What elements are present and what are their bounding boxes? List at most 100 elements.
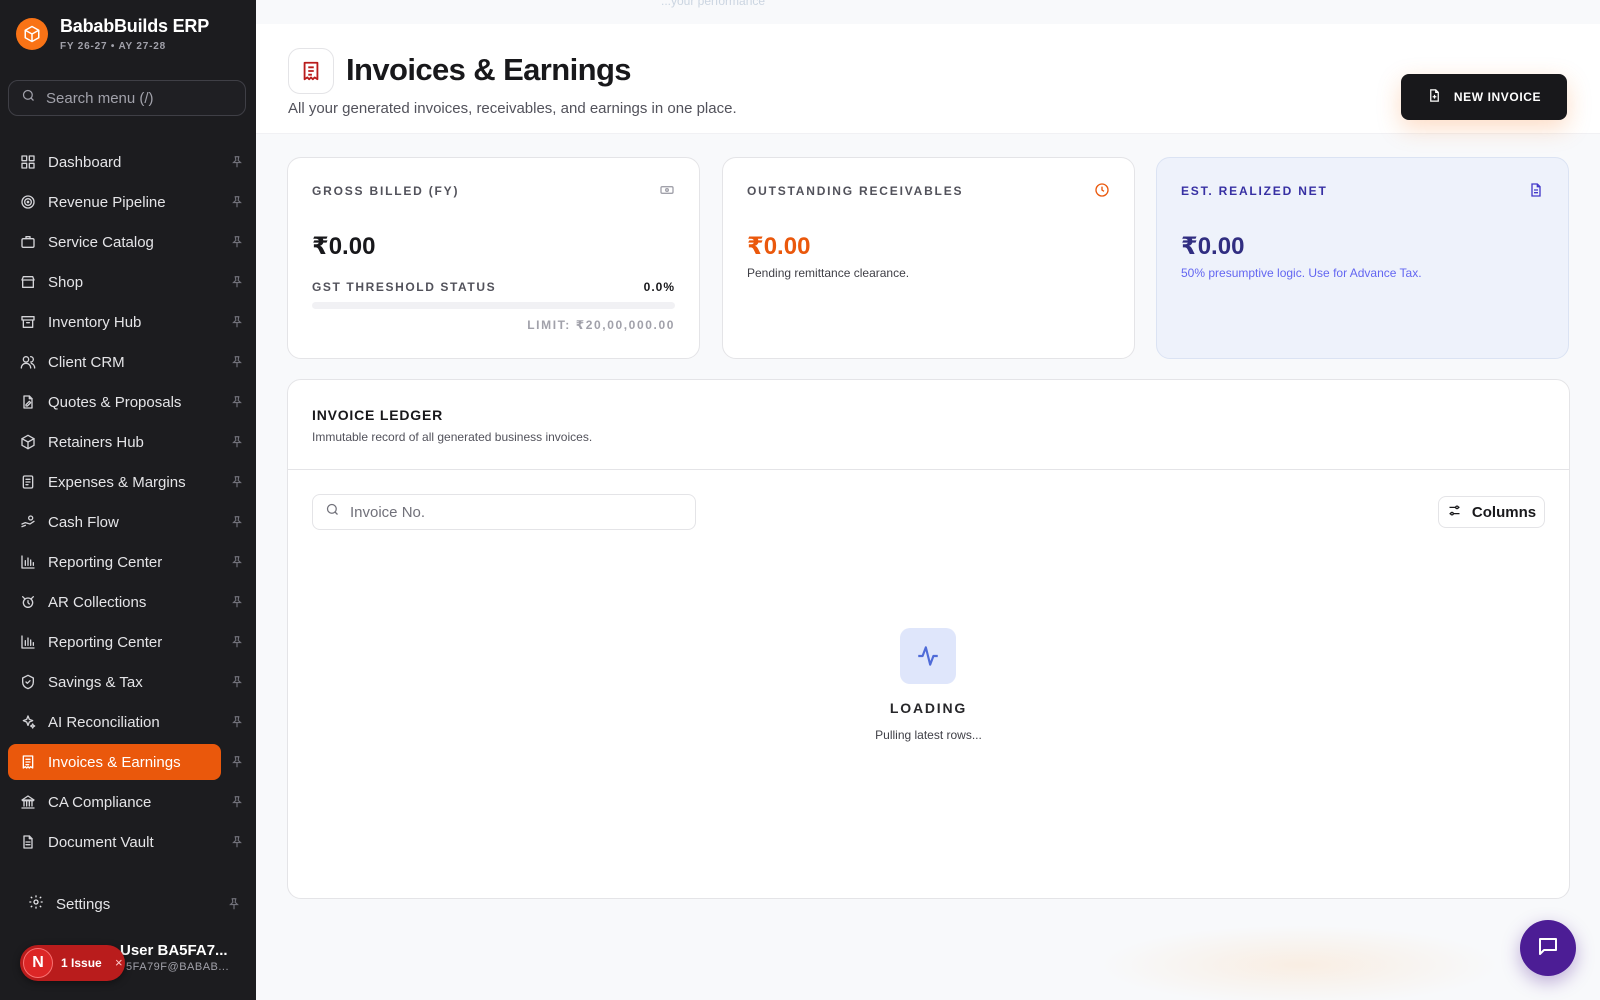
pin-icon[interactable] [230,235,244,249]
hand-coins-icon [20,514,36,530]
invoice-icon [20,754,36,770]
sidebar-item-label: Reporting Center [48,633,163,651]
close-icon[interactable]: × [115,955,123,970]
issue-badge[interactable]: N 1 Issue × [20,945,125,981]
invoice-search-input[interactable] [350,503,670,521]
sidebar-item-ai-reconciliation[interactable]: AI Reconciliation [8,704,248,740]
pin-icon[interactable] [230,715,244,729]
pin-icon[interactable] [230,315,244,329]
pin-icon[interactable] [230,515,244,529]
fiscal-year: FY 26-27 • AY 27-28 [60,41,166,52]
loading-subtitle: Pulling latest rows... [875,728,982,742]
sidebar-item-expenses-margins[interactable]: Expenses & Margins [8,464,248,500]
pin-icon[interactable] [230,595,244,609]
sidebar-item-ar-collections[interactable]: AR Collections [8,584,248,620]
package-icon [20,434,36,450]
user-profile[interactable]: User BA5FA7... 5FA79F@BABAB... N 1 Issue… [20,928,250,981]
net-note: 50% presumptive logic. Use for Advance T… [1181,266,1422,280]
sidebar-item-reporting-center[interactable]: Reporting Center [8,624,248,660]
sidebar-item-shop[interactable]: Shop [8,264,248,300]
sidebar-item-label: Expenses & Margins [48,473,186,491]
brand[interactable]: BababBuilds ERP FY 26-27 • AY 27-28 [16,16,209,52]
sidebar-item-ca-compliance[interactable]: CA Compliance [8,784,248,820]
gst-percent: 0.0% [643,280,675,294]
settings-label: Settings [56,895,111,913]
sidebar-item-label: Reporting Center [48,553,163,571]
sliders-icon [1447,503,1462,522]
settings-item[interactable]: Settings [16,886,241,922]
avatar: N [23,948,53,978]
file-edit-icon [20,394,36,410]
pin-icon[interactable] [230,675,244,689]
document-icon [1528,182,1544,198]
sidebar-item-service-catalog[interactable]: Service Catalog [8,224,248,260]
sidebar-item-invoices-earnings[interactable]: Invoices & Earnings [8,744,242,780]
invoice-icon [288,48,334,94]
pin-icon[interactable] [227,897,241,915]
pin-icon[interactable] [230,755,244,769]
clock-icon [1094,182,1110,198]
pin-icon[interactable] [230,555,244,569]
page-header: Invoices & Earnings All your generated i… [256,24,1600,134]
sidebar: BababBuilds ERP FY 26-27 • AY 27-28 Dash… [0,0,256,1000]
invoice-search[interactable] [312,494,696,530]
pin-icon[interactable] [230,155,244,169]
gst-status-label: GST THRESHOLD STATUS [312,280,497,294]
card-label: EST. REALIZED NET [1181,184,1328,198]
invoice-ledger: INVOICE LEDGER Immutable record of all g… [287,379,1570,899]
pin-icon[interactable] [230,435,244,449]
sidebar-item-reporting-center[interactable]: Reporting Center [8,544,248,580]
sidebar-item-label: Inventory Hub [48,313,142,331]
gst-progress-bar [312,302,675,309]
ledger-title: INVOICE LEDGER [312,407,443,423]
search-icon [21,88,36,108]
activity-icon [900,628,956,684]
sidebar-item-label: Revenue Pipeline [48,193,166,211]
sidebar-item-label: AR Collections [48,593,147,611]
columns-button[interactable]: Columns [1438,496,1545,528]
sidebar-item-label: Shop [48,273,84,291]
gross-value: ₹0.00 [312,233,376,260]
sidebar-item-retainers-hub[interactable]: Retainers Hub [8,424,248,460]
chat-button[interactable] [1520,920,1576,976]
sidebar-item-document-vault[interactable]: Document Vault [8,824,248,860]
sidebar-item-label: Retainers Hub [48,433,144,451]
sidebar-item-dashboard[interactable]: Dashboard [8,144,248,180]
sidebar-item-label: Dashboard [48,153,122,171]
menu-search[interactable] [8,80,246,116]
alarm-icon [20,594,36,610]
gear-icon [28,894,44,914]
new-invoice-label: NEW INVOICE [1453,90,1542,104]
page-title: Invoices & Earnings [346,52,632,87]
pin-icon[interactable] [230,355,244,369]
main-content: ...your performance Invoices & Earnings … [256,0,1600,1000]
new-invoice-button[interactable]: NEW INVOICE [1401,74,1567,120]
pin-icon[interactable] [230,635,244,649]
sidebar-item-label: Document Vault [48,833,154,851]
shield-icon [20,674,36,690]
users-icon [20,354,36,370]
brand-name: BababBuilds ERP [60,16,210,36]
sidebar-nav: Dashboard Revenue Pipeline Service Catalog… [8,144,248,864]
sidebar-item-label: Savings & Tax [48,673,143,691]
pin-icon[interactable] [230,475,244,489]
sidebar-item-client-crm[interactable]: Client CRM [8,344,248,380]
decorative-glow [1100,925,1500,1000]
sidebar-item-cash-flow[interactable]: Cash Flow [8,504,248,540]
landmark-icon [20,794,36,810]
store-icon [20,274,36,290]
menu-search-input[interactable] [46,89,226,107]
box-logo-icon [16,18,48,50]
pin-icon[interactable] [230,275,244,289]
pin-icon[interactable] [230,195,244,209]
sidebar-item-savings-tax[interactable]: Savings & Tax [8,664,248,700]
pin-icon[interactable] [230,795,244,809]
pin-icon[interactable] [230,395,244,409]
search-icon [325,502,340,522]
pin-icon[interactable] [230,835,244,849]
sidebar-item-quotes-proposals[interactable]: Quotes & Proposals [8,384,248,420]
sidebar-item-inventory-hub[interactable]: Inventory Hub [8,304,248,340]
sidebar-item-revenue-pipeline[interactable]: Revenue Pipeline [8,184,248,220]
dashboard-icon [20,154,36,170]
ledger-subtitle: Immutable record of all generated busine… [312,430,593,444]
